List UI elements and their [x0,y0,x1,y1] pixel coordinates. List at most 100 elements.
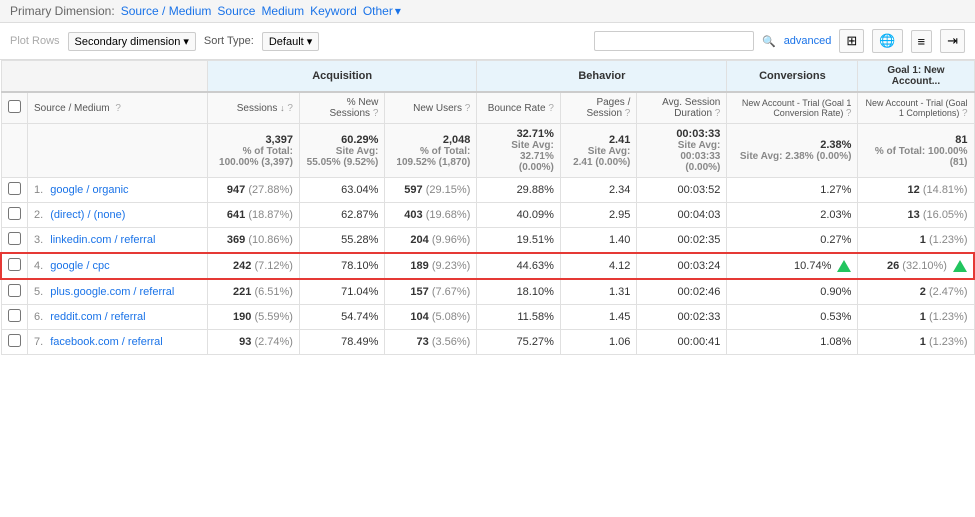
row-bounce-rate: 18.10% [477,279,561,305]
source-medium-link[interactable]: google / organic [50,184,128,196]
row-pct-new-sessions: 63.04% [299,178,384,203]
row-new-users: 403 (19.68%) [385,203,477,228]
row-sessions: 190 (5.59%) [208,305,300,330]
medium-link[interactable]: Medium [261,4,304,18]
keyword-link[interactable]: Keyword [310,4,357,18]
row-pct-new-sessions: 71.04% [299,279,384,305]
pct-new-sessions-col-header[interactable]: % New Sessions ? [299,92,384,124]
row-completions: 1 (1.23%) [858,228,974,254]
help-icon-pct-new: ? [373,108,379,119]
row-pct-new-sessions: 54.74% [299,305,384,330]
source-link[interactable]: Source [217,4,255,18]
row-checkbox-cell [1,305,28,330]
row-new-users: 157 (7.67%) [385,279,477,305]
row-pct-new-sessions: 62.87% [299,203,384,228]
total-row: 3,397 % of Total: 100.00% (3,397) 60.29%… [1,124,974,178]
sort-down-icon: ↓ [280,103,285,113]
globe-view-button[interactable]: 🌐 [872,29,902,53]
toolbar: Plot Rows Secondary dimension ▾ Sort Typ… [0,23,975,60]
row-avg-session-duration: 00:02:33 [637,305,727,330]
row-source-medium: 5. plus.google.com / referral [28,279,208,305]
total-avg-session-duration: 00:03:33 Site Avg: 00:03:33 (0.00%) [637,124,727,178]
search-icon[interactable]: 🔍 [762,35,776,48]
export-button[interactable]: ⇥ [940,29,965,53]
row-checkbox[interactable] [8,309,21,322]
list-view-button[interactable]: ≡ [911,30,933,53]
help-icon-source: ? [115,103,121,114]
row-bounce-rate: 40.09% [477,203,561,228]
source-medium-link[interactable]: Source / Medium [121,4,212,18]
row-checkbox[interactable] [8,232,21,245]
primary-dimension-nav: Primary Dimension: Source / Medium Sourc… [0,0,975,23]
row-sessions: 641 (18.87%) [208,203,300,228]
row-avg-session-duration: 00:03:52 [637,178,727,203]
bounce-rate-col-header[interactable]: Bounce Rate ? [477,92,561,124]
row-completions: 13 (16.05%) [858,203,974,228]
plot-rows-button[interactable]: Plot Rows [10,35,60,47]
row-pages-session: 2.34 [560,178,636,203]
row-pages-session: 1.45 [560,305,636,330]
row-sessions: 947 (27.88%) [208,178,300,203]
advanced-link[interactable]: advanced [784,35,832,47]
row-source-medium: 4. google / cpc [28,253,208,279]
column-header-row: Source / Medium ? Sessions ↓ ? % New Ses… [1,92,974,124]
source-medium-link[interactable]: google / cpc [50,260,109,272]
checkbox-col-header [1,92,28,124]
sort-type-dropdown[interactable]: Default ▾ [262,32,319,51]
row-sessions: 221 (6.51%) [208,279,300,305]
row-checkbox[interactable] [8,207,21,220]
row-conversion-rate: 1.27% [727,178,858,203]
row-checkbox[interactable] [8,334,21,347]
source-medium-link[interactable]: (direct) / (none) [50,209,125,221]
help-icon-pages: ? [625,108,631,119]
row-avg-session-duration: 00:03:24 [637,253,727,279]
conversions-group-header: Conversions [727,61,858,93]
goal1-group-header: Goal 1: New Account... [858,61,974,93]
row-bounce-rate: 75.27% [477,330,561,355]
data-rows-body: 1. google / organic 947 (27.88%) 63.04% … [1,178,974,355]
completions-col-header[interactable]: New Account - Trial (Goal 1 Completions)… [858,92,974,124]
row-sessions: 93 (2.74%) [208,330,300,355]
row-conversion-rate: 2.03% [727,203,858,228]
row-bounce-rate: 11.58% [477,305,561,330]
conversion-rate-col-header[interactable]: New Account - Trial (Goal 1 Conversion R… [727,92,858,124]
total-sessions: 3,397 % of Total: 100.00% (3,397) [208,124,300,178]
table-row: 3. linkedin.com / referral 369 (10.86%) … [1,228,974,254]
other-dropdown[interactable]: Other ▾ [363,4,401,18]
source-medium-link[interactable]: reddit.com / referral [50,311,145,323]
row-conversion-rate: 0.27% [727,228,858,254]
row-checkbox[interactable] [8,182,21,195]
row-conversion-rate: 1.08% [727,330,858,355]
source-medium-link[interactable]: plus.google.com / referral [50,286,174,298]
total-completions: 81 % of Total: 100.00% (81) [858,124,974,178]
row-conversion-rate: 0.90% [727,279,858,305]
row-bounce-rate: 44.63% [477,253,561,279]
row-number: 6. [34,311,43,323]
sessions-col-header[interactable]: Sessions ↓ ? [208,92,300,124]
row-checkbox[interactable] [8,258,21,271]
acquisition-group-header: Acquisition [208,61,477,93]
table-row: 6. reddit.com / referral 190 (5.59%) 54.… [1,305,974,330]
row-avg-session-duration: 00:04:03 [637,203,727,228]
search-input[interactable] [594,31,754,51]
row-new-users: 189 (9.23%) [385,253,477,279]
analytics-table: Acquisition Behavior Conversions Goal 1:… [0,60,975,355]
row-avg-session-duration: 00:02:46 [637,279,727,305]
row-new-users: 204 (9.96%) [385,228,477,254]
pages-session-col-header[interactable]: Pages / Session ? [560,92,636,124]
row-pct-new-sessions: 78.49% [299,330,384,355]
avg-session-duration-col-header[interactable]: Avg. Session Duration ? [637,92,727,124]
total-pages-session: 2.41 Site Avg: 2.41 (0.00%) [560,124,636,178]
row-checkbox-cell [1,279,28,305]
source-medium-link[interactable]: linkedin.com / referral [50,234,155,246]
row-conversion-rate: 0.53% [727,305,858,330]
row-checkbox[interactable] [8,284,21,297]
sort-type-label: Sort Type: [204,35,254,47]
secondary-dimension-dropdown[interactable]: Secondary dimension ▾ [68,32,196,51]
new-users-col-header[interactable]: New Users ? [385,92,477,124]
source-medium-link[interactable]: facebook.com / referral [50,336,163,348]
grid-view-button[interactable]: ⊞ [839,29,864,53]
row-bounce-rate: 19.51% [477,228,561,254]
help-icon-duration: ? [715,108,721,119]
select-all-checkbox[interactable] [8,100,21,113]
